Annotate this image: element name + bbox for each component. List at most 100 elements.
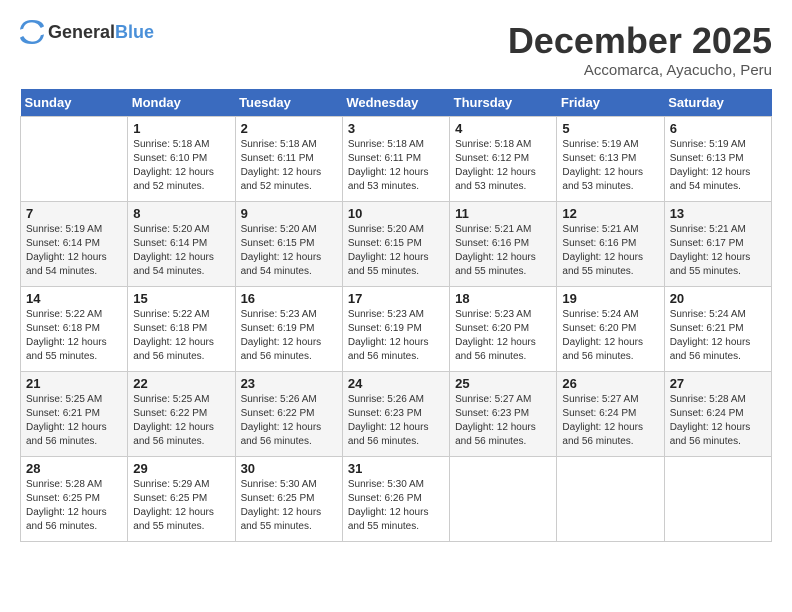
logo: GeneralBlue: [20, 20, 154, 44]
weekday-header: Saturday: [664, 89, 771, 117]
day-info: Sunrise: 5:26 AM Sunset: 6:23 PM Dayligh…: [348, 393, 444, 449]
weekday-header: Wednesday: [342, 89, 449, 117]
logo-general: General: [48, 22, 115, 42]
calendar-cell: [450, 457, 557, 542]
calendar-cell: 30 Sunrise: 5:30 AM Sunset: 6:25 PM Dayli…: [235, 457, 342, 542]
day-number: 25: [455, 376, 551, 391]
day-number: 14: [26, 291, 122, 306]
logo-text: GeneralBlue: [48, 22, 154, 43]
calendar-cell: 16 Sunrise: 5:23 AM Sunset: 6:19 PM Dayli…: [235, 287, 342, 372]
day-number: 18: [455, 291, 551, 306]
day-info: Sunrise: 5:22 AM Sunset: 6:18 PM Dayligh…: [133, 308, 229, 364]
calendar-cell: 5Sunrise: 5:19 AM Sunset: 6:13 PM Daylig…: [557, 117, 664, 202]
calendar-cell: [664, 457, 771, 542]
calendar-cell: 7 Sunrise: 5:19 AM Sunset: 6:14 PM Daylig…: [21, 202, 128, 287]
calendar-cell: 17 Sunrise: 5:23 AM Sunset: 6:19 PM Dayli…: [342, 287, 449, 372]
calendar-cell: 3Sunrise: 5:18 AM Sunset: 6:11 PM Daylig…: [342, 117, 449, 202]
logo-blue: Blue: [115, 22, 154, 42]
day-number: 26: [562, 376, 658, 391]
calendar-cell: 26 Sunrise: 5:27 AM Sunset: 6:24 PM Dayli…: [557, 372, 664, 457]
day-number: 2: [241, 121, 337, 136]
day-number: 24: [348, 376, 444, 391]
calendar-cell: [557, 457, 664, 542]
day-info: Sunrise: 5:29 AM Sunset: 6:25 PM Dayligh…: [133, 478, 229, 534]
calendar-cell: 14 Sunrise: 5:22 AM Sunset: 6:18 PM Dayli…: [21, 287, 128, 372]
day-number: 16: [241, 291, 337, 306]
calendar-week-row: 28 Sunrise: 5:28 AM Sunset: 6:25 PM Dayli…: [21, 457, 772, 542]
calendar-cell: 12Sunrise: 5:21 AM Sunset: 6:16 PM Dayli…: [557, 202, 664, 287]
calendar-subtitle: Accomarca, Ayacucho, Peru: [508, 62, 772, 79]
day-info: Sunrise: 5:28 AM Sunset: 6:25 PM Dayligh…: [26, 478, 122, 534]
calendar-title: December 2025: [508, 20, 772, 62]
day-info: Sunrise: 5:20 AM Sunset: 6:15 PM Dayligh…: [241, 223, 337, 279]
weekday-header-row: SundayMondayTuesdayWednesdayThursdayFrid…: [21, 89, 772, 117]
day-number: 9: [241, 206, 337, 221]
calendar-cell: [21, 117, 128, 202]
weekday-header: Friday: [557, 89, 664, 117]
day-info: Sunrise: 5:19 AM Sunset: 6:13 PM Dayligh…: [670, 138, 766, 194]
day-number: 15: [133, 291, 229, 306]
day-number: 20: [670, 291, 766, 306]
day-info: Sunrise: 5:25 AM Sunset: 6:21 PM Dayligh…: [26, 393, 122, 449]
calendar-cell: 10 Sunrise: 5:20 AM Sunset: 6:15 PM Dayli…: [342, 202, 449, 287]
day-info: Sunrise: 5:20 AM Sunset: 6:15 PM Dayligh…: [348, 223, 444, 279]
day-info: Sunrise: 5:18 AM Sunset: 6:11 PM Dayligh…: [348, 138, 444, 194]
calendar-table: SundayMondayTuesdayWednesdayThursdayFrid…: [20, 89, 772, 542]
day-number: 4: [455, 121, 551, 136]
day-number: 21: [26, 376, 122, 391]
calendar-cell: 19 Sunrise: 5:24 AM Sunset: 6:20 PM Dayli…: [557, 287, 664, 372]
day-info: Sunrise: 5:24 AM Sunset: 6:20 PM Dayligh…: [562, 308, 658, 364]
day-number: 30: [241, 461, 337, 476]
day-number: 8: [133, 206, 229, 221]
calendar-cell: 15 Sunrise: 5:22 AM Sunset: 6:18 PM Dayli…: [128, 287, 235, 372]
day-info: Sunrise: 5:21 AM Sunset: 6:16 PM Dayligh…: [562, 223, 658, 279]
day-number: 31: [348, 461, 444, 476]
calendar-cell: 25 Sunrise: 5:27 AM Sunset: 6:23 PM Dayli…: [450, 372, 557, 457]
day-info: Sunrise: 5:22 AM Sunset: 6:18 PM Dayligh…: [26, 308, 122, 364]
day-number: 27: [670, 376, 766, 391]
day-info: Sunrise: 5:20 AM Sunset: 6:14 PM Dayligh…: [133, 223, 229, 279]
calendar-cell: 27Sunrise: 5:28 AM Sunset: 6:24 PM Dayli…: [664, 372, 771, 457]
day-number: 11: [455, 206, 551, 221]
day-number: 29: [133, 461, 229, 476]
calendar-cell: 21 Sunrise: 5:25 AM Sunset: 6:21 PM Dayli…: [21, 372, 128, 457]
day-info: Sunrise: 5:24 AM Sunset: 6:21 PM Dayligh…: [670, 308, 766, 364]
day-number: 22: [133, 376, 229, 391]
calendar-cell: 4 Sunrise: 5:18 AM Sunset: 6:12 PM Daylig…: [450, 117, 557, 202]
day-info: Sunrise: 5:23 AM Sunset: 6:19 PM Dayligh…: [348, 308, 444, 364]
day-info: Sunrise: 5:25 AM Sunset: 6:22 PM Dayligh…: [133, 393, 229, 449]
day-number: 17: [348, 291, 444, 306]
day-number: 6: [670, 121, 766, 136]
day-info: Sunrise: 5:19 AM Sunset: 6:14 PM Dayligh…: [26, 223, 122, 279]
calendar-cell: 29 Sunrise: 5:29 AM Sunset: 6:25 PM Dayli…: [128, 457, 235, 542]
day-info: Sunrise: 5:23 AM Sunset: 6:19 PM Dayligh…: [241, 308, 337, 364]
calendar-cell: 23 Sunrise: 5:26 AM Sunset: 6:22 PM Dayli…: [235, 372, 342, 457]
day-number: 28: [26, 461, 122, 476]
day-number: 10: [348, 206, 444, 221]
day-info: Sunrise: 5:27 AM Sunset: 6:23 PM Dayligh…: [455, 393, 551, 449]
calendar-cell: 31Sunrise: 5:30 AM Sunset: 6:26 PM Dayli…: [342, 457, 449, 542]
calendar-cell: 20 Sunrise: 5:24 AM Sunset: 6:21 PM Dayli…: [664, 287, 771, 372]
day-info: Sunrise: 5:27 AM Sunset: 6:24 PM Dayligh…: [562, 393, 658, 449]
calendar-cell: 1 Sunrise: 5:18 AM Sunset: 6:10 PM Daylig…: [128, 117, 235, 202]
calendar-cell: 9 Sunrise: 5:20 AM Sunset: 6:15 PM Daylig…: [235, 202, 342, 287]
calendar-cell: 2Sunrise: 5:18 AM Sunset: 6:11 PM Daylig…: [235, 117, 342, 202]
calendar-week-row: 1 Sunrise: 5:18 AM Sunset: 6:10 PM Daylig…: [21, 117, 772, 202]
day-info: Sunrise: 5:30 AM Sunset: 6:25 PM Dayligh…: [241, 478, 337, 534]
calendar-cell: 24 Sunrise: 5:26 AM Sunset: 6:23 PM Dayli…: [342, 372, 449, 457]
weekday-header: Monday: [128, 89, 235, 117]
day-info: Sunrise: 5:26 AM Sunset: 6:22 PM Dayligh…: [241, 393, 337, 449]
day-info: Sunrise: 5:18 AM Sunset: 6:12 PM Dayligh…: [455, 138, 551, 194]
day-info: Sunrise: 5:18 AM Sunset: 6:10 PM Dayligh…: [133, 138, 229, 194]
weekday-header: Tuesday: [235, 89, 342, 117]
day-number: 1: [133, 121, 229, 136]
day-number: 7: [26, 206, 122, 221]
weekday-header: Thursday: [450, 89, 557, 117]
logo-icon: [20, 20, 44, 44]
day-info: Sunrise: 5:21 AM Sunset: 6:17 PM Dayligh…: [670, 223, 766, 279]
day-number: 23: [241, 376, 337, 391]
day-number: 19: [562, 291, 658, 306]
calendar-week-row: 7 Sunrise: 5:19 AM Sunset: 6:14 PM Daylig…: [21, 202, 772, 287]
calendar-week-row: 21 Sunrise: 5:25 AM Sunset: 6:21 PM Dayli…: [21, 372, 772, 457]
calendar-week-row: 14 Sunrise: 5:22 AM Sunset: 6:18 PM Dayli…: [21, 287, 772, 372]
